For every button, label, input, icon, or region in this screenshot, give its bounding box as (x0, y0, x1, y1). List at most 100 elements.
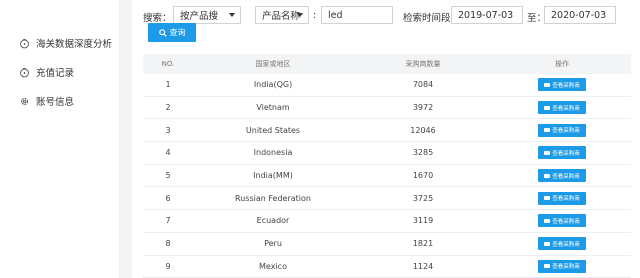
row-no: 3 (165, 125, 171, 135)
view-buyers-button[interactable]: 查看采购商 (538, 101, 586, 115)
view-buyers-button[interactable]: 查看采购商 (538, 191, 586, 205)
start-date-input[interactable]: 2019-07-03 (451, 6, 523, 24)
row-no: 7 (165, 216, 171, 226)
main-content: 搜索： 按产品搜 产品名称 : led 检索时间段： 2019-07-03 至：… (132, 0, 640, 278)
row-action-cell: 查看采购商 (493, 237, 631, 251)
message-icon (544, 218, 551, 223)
view-buyers-label: 查看采购商 (552, 264, 580, 271)
sidebar-item-recharge[interactable]: 充值记录 (18, 64, 74, 80)
header-country: 国家或地区 (255, 60, 291, 68)
row-country: Mexico (259, 261, 287, 271)
row-action-cell: 查看采购商 (493, 169, 631, 183)
message-icon (544, 196, 551, 201)
results-table: NO. 国家或地区 采购商数量 操作 1 India(QG) 7084 查看采购商 2 V… (143, 54, 631, 278)
view-buyers-label: 查看采购商 (552, 150, 580, 157)
view-buyers-label: 查看采购商 (552, 82, 580, 89)
sidebar-item-label: 充值记录 (36, 68, 75, 79)
sidebar-item-customs-analysis[interactable]: 海关数据深度分析 (18, 35, 112, 51)
row-country: India(QG) (253, 80, 293, 90)
sidebar-item-label: 账号信息 (36, 97, 75, 108)
row-buyer-count: 3285 (412, 148, 434, 158)
view-buyers-button[interactable]: 查看采购商 (538, 169, 586, 183)
row-buyer-count: 1821 (412, 239, 434, 249)
view-buyers-label: 查看采购商 (552, 196, 580, 203)
view-buyers-label: 查看采购商 (552, 128, 580, 135)
row-country: Ecuador (256, 216, 290, 226)
search-icon (158, 28, 167, 37)
query-button[interactable]: 查询 (148, 23, 196, 42)
search-field-value: 产品名称 (262, 11, 301, 22)
message-icon (544, 173, 551, 178)
row-no: 9 (165, 261, 171, 271)
search-field-select[interactable]: 产品名称 (255, 6, 309, 24)
view-buyers-button[interactable]: 查看采购商 (538, 259, 586, 273)
row-buyer-count: 1124 (412, 261, 434, 271)
view-buyers-button[interactable]: 查看采购商 (538, 123, 586, 137)
view-buyers-button[interactable]: 查看采购商 (538, 214, 586, 228)
table-row: 4 Indonesia 3285 查看采购商 (143, 142, 631, 165)
row-country: Peru (264, 239, 282, 249)
row-buyer-count: 1670 (412, 171, 434, 181)
row-buyer-count: 3725 (412, 193, 434, 203)
start-date-value: 2019-07-03 (458, 9, 514, 21)
chevron-down-icon (297, 13, 303, 17)
message-icon (544, 264, 551, 269)
row-action-cell: 查看采购商 (493, 101, 631, 115)
table-row: 2 Vietnam 3972 查看采购商 (143, 97, 631, 120)
view-buyers-button[interactable]: 查看采购商 (538, 146, 586, 160)
view-buyers-label: 查看采购商 (552, 241, 580, 248)
row-action-cell: 查看采购商 (493, 78, 631, 92)
message-icon (544, 150, 551, 155)
row-action-cell: 查看采购商 (493, 259, 631, 273)
view-buyers-label: 查看采购商 (552, 105, 580, 112)
sidebar-item-account[interactable]: 账号信息 (18, 93, 74, 109)
gear-icon (18, 95, 30, 107)
row-country: Russian Federation (235, 193, 311, 203)
row-buyer-count: 12046 (410, 125, 436, 135)
row-buyer-count: 7084 (412, 80, 434, 90)
sidebar: 海关数据深度分析 充值记录 账号信息 (0, 0, 120, 278)
row-no: 8 (165, 239, 171, 249)
row-action-cell: 查看采购商 (493, 146, 631, 160)
header-no: NO. (161, 60, 175, 68)
piggy-bank-icon (18, 37, 30, 49)
row-country: United States (245, 125, 301, 135)
row-no: 2 (165, 103, 171, 113)
row-no: 6 (165, 193, 171, 203)
query-button-label: 查询 (169, 28, 186, 37)
view-buyers-button[interactable]: 查看采购商 (538, 237, 586, 251)
coin-icon (18, 66, 30, 78)
message-icon (544, 128, 551, 133)
end-date-input[interactable]: 2020-07-03 (544, 6, 616, 24)
search-mode-select[interactable]: 按产品搜 (173, 6, 241, 24)
message-icon (544, 105, 551, 110)
table-row: 5 India(MM) 1670 查看采购商 (143, 165, 631, 188)
view-buyers-label: 查看采购商 (552, 173, 580, 180)
row-buyer-count: 3119 (412, 216, 434, 226)
row-country: Vietnam (256, 103, 290, 113)
table-row: 1 India(QG) 7084 查看采购商 (143, 74, 631, 97)
row-action-cell: 查看采购商 (493, 123, 631, 137)
row-country: Indonesia (253, 148, 293, 158)
table-row: 9 Mexico 1124 查看采购商 (143, 256, 631, 278)
search-mode-value: 按产品搜 (180, 11, 219, 22)
message-icon (544, 82, 551, 87)
end-date-value: 2020-07-03 (551, 9, 607, 21)
message-icon (544, 241, 551, 246)
table-row: 7 Ecuador 3119 查看采购商 (143, 210, 631, 233)
sidebar-item-label: 海关数据深度分析 (36, 39, 113, 50)
row-no: 1 (165, 80, 171, 90)
table-header: NO. 国家或地区 采购商数量 操作 (143, 54, 631, 74)
keyword-input[interactable]: led (321, 6, 393, 24)
row-action-cell: 查看采购商 (493, 214, 631, 228)
table-row: 8 Peru 1821 查看采购商 (143, 233, 631, 256)
keyword-value: led (328, 9, 343, 21)
table-row: 6 Russian Federation 3725 查看采购商 (143, 187, 631, 211)
chevron-down-icon (229, 13, 235, 17)
view-buyers-button[interactable]: 查看采购商 (538, 78, 586, 92)
field-colon: : (313, 10, 317, 21)
row-buyer-count: 3972 (412, 103, 434, 113)
table-row: 3 United States 12046 查看采购商 (143, 119, 631, 143)
view-buyers-label: 查看采购商 (552, 218, 580, 225)
search-label: 搜索： (143, 13, 172, 24)
